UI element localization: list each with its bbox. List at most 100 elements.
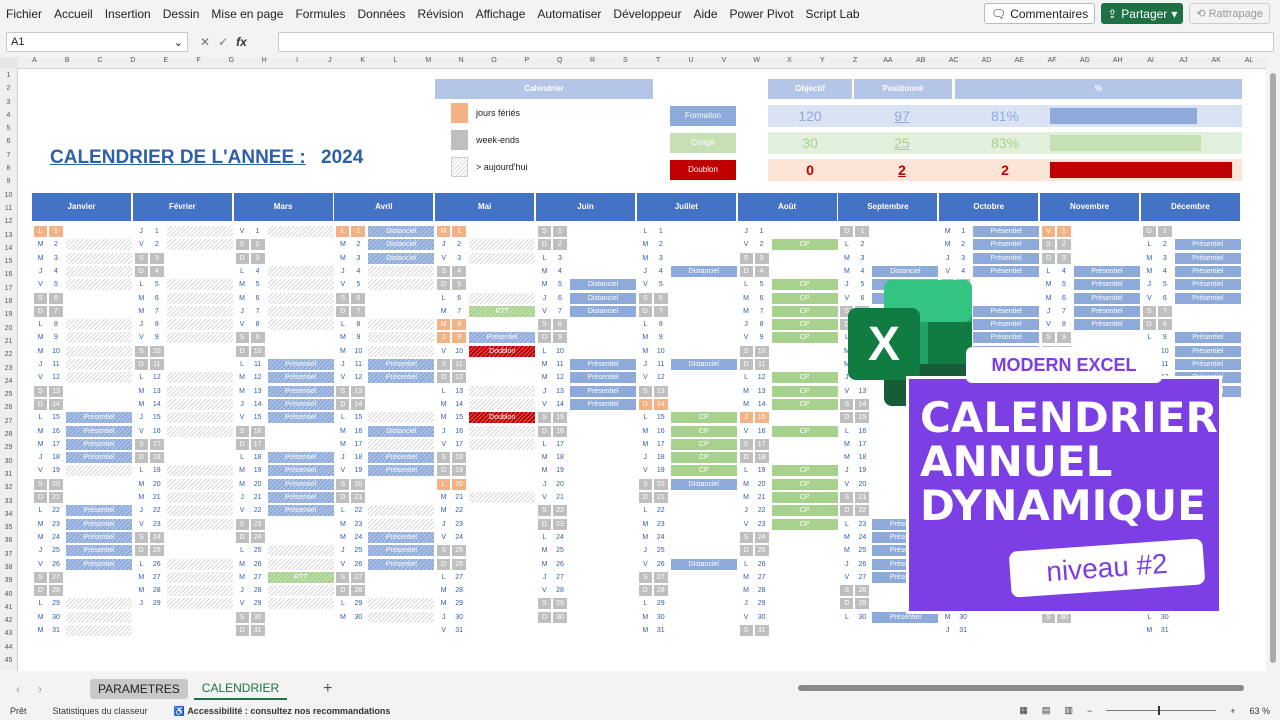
day-row[interactable]: J7: [234, 305, 334, 318]
day-row[interactable]: L 25: [234, 544, 334, 557]
day-event[interactable]: Distanciel: [872, 265, 939, 277]
day-event[interactable]: CP: [771, 478, 838, 490]
day-row[interactable]: L 19: [133, 464, 233, 477]
day-event[interactable]: Présentiel: [1074, 305, 1140, 317]
day-row[interactable]: M 12 Présentiel: [536, 371, 636, 384]
day-row[interactable]: S 13: [637, 385, 737, 398]
day-row[interactable]: M 28: [738, 584, 838, 597]
day-row[interactable]: M 2 Distanciel: [334, 238, 435, 251]
row-header[interactable]: 42: [0, 614, 17, 627]
day-row[interactable]: J 30: [435, 611, 535, 624]
day-row[interactable]: L2: [838, 238, 938, 251]
day-row[interactable]: M 24 Présentiel: [334, 531, 435, 544]
column-header[interactable]: Z: [839, 57, 872, 64]
day-event[interactable]: Présentiel: [1074, 279, 1140, 291]
day-row[interactable]: M 27: [133, 571, 233, 584]
day-event[interactable]: Présentiel: [368, 545, 435, 557]
day-row[interactable]: S 25: [435, 544, 535, 557]
column-header[interactable]: AG: [1069, 57, 1102, 64]
day-row[interactable]: V2: [133, 238, 233, 251]
page-break-icon[interactable]: ▥: [1064, 705, 1073, 716]
day-row[interactable]: M1: [435, 225, 535, 238]
day-row[interactable]: J 18 Présentiel: [32, 451, 132, 464]
day-row[interactable]: J 16: [435, 425, 536, 438]
day-row[interactable]: V 12: [637, 371, 737, 384]
day-row[interactable]: J 18 CP: [637, 451, 737, 464]
day-row[interactable]: M 26: [234, 558, 334, 571]
day-row[interactable]: M 17: [334, 438, 435, 451]
chevron-right-icon[interactable]: ›: [38, 682, 42, 696]
add-sheet-button[interactable]: +: [323, 680, 332, 698]
row-header[interactable]: 9: [0, 175, 17, 188]
day-row[interactable]: V5: [637, 278, 737, 291]
day-row[interactable]: V 22 Présentiel: [234, 504, 334, 517]
day-event[interactable]: Présentiel: [1174, 292, 1241, 304]
workbook-stats-link[interactable]: Statistiques du classeur: [53, 706, 148, 716]
day-row[interactable]: D8: [1141, 318, 1241, 331]
day-row[interactable]: M9: [637, 331, 737, 344]
day-row[interactable]: M5: [234, 278, 334, 291]
day-row[interactable]: S 24: [738, 531, 838, 544]
day-row[interactable]: M 20 CP: [738, 478, 838, 491]
day-row[interactable]: J 22 CP: [738, 504, 838, 517]
column-header[interactable]: I: [281, 57, 314, 64]
day-event[interactable]: Distanciel: [368, 239, 435, 251]
day-event[interactable]: Présentiel: [267, 385, 334, 397]
day-row[interactable]: M 7 RTT: [435, 305, 536, 318]
row-header[interactable]: 13: [0, 229, 17, 242]
day-row[interactable]: J 22: [133, 504, 233, 517]
day-event[interactable]: Présentiel: [66, 531, 132, 543]
day-row[interactable]: L 17: [536, 438, 636, 451]
day-event[interactable]: Présentiel: [973, 239, 1040, 251]
day-row[interactable]: J 20: [536, 478, 636, 491]
day-row[interactable]: V 28: [536, 584, 636, 597]
day-row[interactable]: V 16 CP: [738, 425, 838, 438]
day-row[interactable]: M 4 Présentiel: [1141, 265, 1241, 278]
day-row[interactable]: M 16 Présentiel: [32, 425, 132, 438]
column-header[interactable]: W: [740, 57, 773, 64]
menu-accueil[interactable]: Accueil: [48, 7, 99, 21]
column-header[interactable]: AF: [1036, 57, 1069, 64]
menu-aide[interactable]: Aide: [687, 7, 723, 21]
day-event[interactable]: CP: [771, 332, 838, 344]
day-event[interactable]: Présentiel: [368, 465, 435, 477]
day-row[interactable]: S 27: [334, 571, 434, 584]
column-header[interactable]: A: [18, 57, 51, 64]
day-event[interactable]: Présentiel: [570, 359, 636, 370]
row-header[interactable]: 44: [0, 641, 17, 654]
day-event[interactable]: CP: [670, 412, 737, 424]
day-row[interactable]: D 28: [334, 584, 434, 597]
column-header[interactable]: AJ: [1167, 57, 1200, 64]
day-row[interactable]: M 17 CP: [637, 438, 737, 451]
row-header[interactable]: 40: [0, 588, 17, 601]
day-row[interactable]: L4: [234, 265, 334, 278]
column-header[interactable]: AH: [1101, 57, 1134, 64]
day-row[interactable]: D 21: [334, 491, 434, 504]
name-box[interactable]: A1 ⌄: [6, 32, 188, 52]
day-event[interactable]: Présentiel: [1174, 252, 1241, 264]
day-event[interactable]: CP: [771, 465, 838, 477]
day-row[interactable]: S8: [536, 318, 636, 331]
day-row[interactable]: L 20: [435, 478, 535, 491]
day-row[interactable]: D 11: [133, 358, 233, 371]
day-row[interactable]: M 10: [637, 345, 737, 358]
day-row[interactable]: L 19 CP: [738, 464, 838, 477]
day-row[interactable]: D 25: [738, 544, 838, 557]
day-row[interactable]: L1: [32, 225, 132, 238]
day-event[interactable]: CP: [771, 292, 838, 304]
day-row[interactable]: V 7 Distanciel: [536, 305, 636, 318]
day-row[interactable]: M 3 Distanciel: [334, 252, 435, 265]
day-row[interactable]: M 27: [738, 571, 838, 584]
row-header[interactable]: 22: [0, 348, 17, 361]
formula-input[interactable]: [278, 32, 1274, 52]
row-header[interactable]: 34: [0, 508, 17, 521]
day-event[interactable]: Présentiel: [267, 359, 334, 370]
day-event[interactable]: Distanciel: [670, 265, 737, 277]
day-row[interactable]: L 22: [637, 504, 737, 517]
day-row[interactable]: J 27: [536, 571, 636, 584]
day-row[interactable]: D3: [1040, 252, 1140, 265]
day-row[interactable]: M 24: [637, 531, 737, 544]
day-row[interactable]: S2: [1040, 238, 1140, 251]
day-row[interactable]: S3: [738, 252, 838, 265]
day-row[interactable]: D 26: [435, 558, 535, 571]
